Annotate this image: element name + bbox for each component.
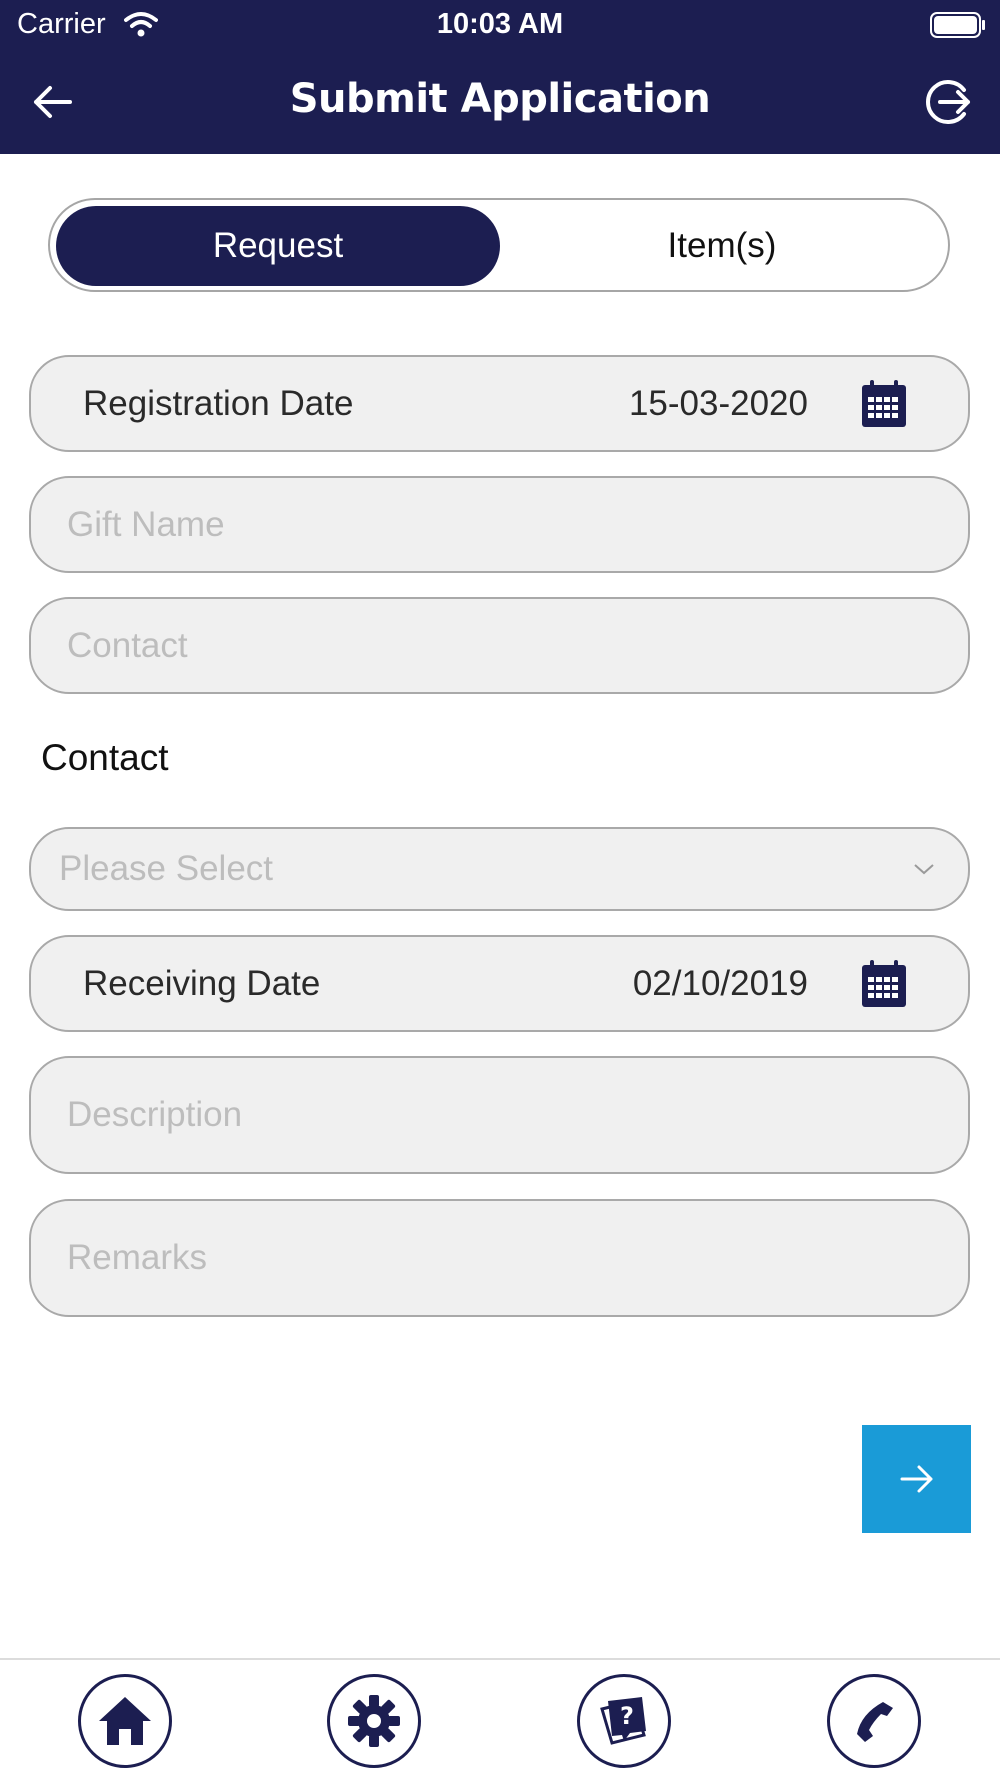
contact-input[interactable] [67,599,927,692]
calendar-icon[interactable] [860,959,908,1009]
registration-date-value: 15-03-2020 [628,383,808,423]
home-icon [99,1697,151,1745]
logout-icon[interactable] [924,76,976,128]
request-items-segment: Request Item(s) [48,198,950,292]
remarks-field [29,1199,970,1317]
description-input[interactable] [67,1058,927,1172]
registration-date-label: Registration Date [83,383,354,423]
settings-button[interactable] [327,1674,421,1768]
registration-date-field[interactable]: Registration Date 15-03-2020 [29,355,970,452]
app-header: Carrier 10:03 AM Submit Application [0,0,1000,154]
next-button[interactable] [862,1425,971,1533]
battery-icon [930,12,985,38]
tab-items[interactable]: Item(s) [500,206,944,286]
contact-select-value: Please Select [59,849,274,888]
call-button[interactable] [827,1674,921,1768]
contact-field [29,597,970,694]
calendar-icon[interactable] [860,379,908,429]
receiving-date-label: Receiving Date [83,963,321,1003]
contact-section-label: Contact [41,737,169,778]
tab-request[interactable]: Request [56,206,500,286]
status-bar: Carrier 10:03 AM [0,0,1000,50]
arrow-right-icon [900,1465,932,1493]
contact-select[interactable]: Please Select [29,827,970,911]
help-button[interactable]: ? [577,1674,671,1768]
gift-name-field [29,476,970,573]
remarks-input[interactable] [67,1201,927,1315]
receiving-date-value: 02/10/2019 [632,963,808,1003]
description-field [29,1056,970,1174]
help-icon: ? [600,1697,646,1745]
page-title: Submit Application [289,76,711,122]
svg-text:?: ? [620,1702,634,1730]
gear-icon [348,1695,400,1747]
gift-name-input[interactable] [67,478,927,571]
bottom-tab-bar: ? [0,1658,1000,1780]
chevron-down-icon [914,864,934,875]
phone-icon [857,1702,893,1742]
receiving-date-field[interactable]: Receiving Date 02/10/2019 [29,935,970,1032]
home-button[interactable] [78,1674,172,1768]
status-time: 10:03 AM [436,8,564,40]
